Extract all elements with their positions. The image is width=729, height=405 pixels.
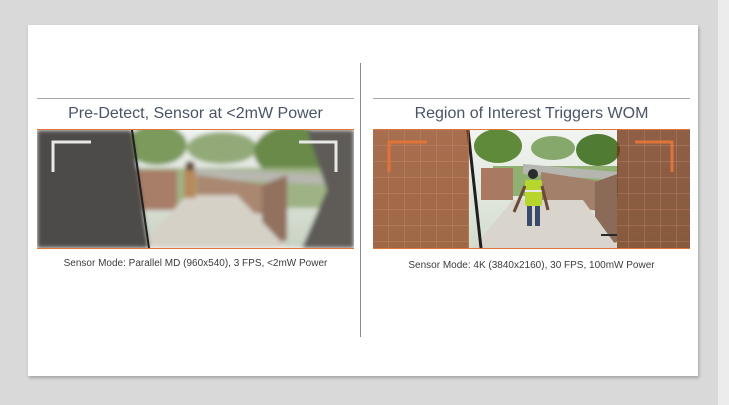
panel-pre-detect: Pre-Detect, Sensor at <2mW Power Sensor …	[37, 98, 354, 269]
title-rule	[37, 98, 354, 99]
panel-title: Region of Interest Triggers WOM	[414, 105, 649, 122]
center-divider	[360, 63, 361, 337]
title-rule	[373, 98, 690, 99]
porch-scene-low-res	[37, 130, 354, 248]
doorbell-camera-image-blurred	[37, 129, 354, 249]
panel-region-of-interest: Region of Interest Triggers WOM Sensor M…	[373, 98, 690, 271]
background-strip	[718, 0, 729, 405]
presentation-slide: Pre-Detect, Sensor at <2mW Power Sensor …	[28, 25, 698, 376]
panel-caption: Sensor Mode: 4K (3840x2160), 30 FPS, 100…	[408, 260, 655, 271]
porch-scene-high-res	[373, 130, 690, 248]
doorbell-camera-image-roi	[373, 129, 690, 249]
panel-caption: Sensor Mode: Parallel MD (960x540), 3 FP…	[63, 258, 328, 269]
panel-title: Pre-Detect, Sensor at <2mW Power	[68, 105, 323, 122]
